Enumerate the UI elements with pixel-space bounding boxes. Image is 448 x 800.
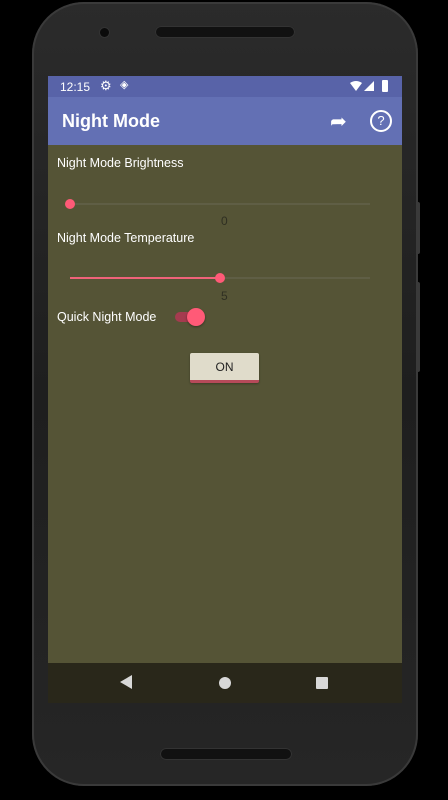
power-button bbox=[416, 202, 420, 254]
help-icon[interactable]: ? bbox=[370, 110, 392, 132]
status-bar: 12:15 ⚙ ◈ bbox=[48, 76, 402, 97]
slider-thumb[interactable] bbox=[65, 199, 75, 209]
brightness-label: Night Mode Brightness bbox=[57, 156, 184, 170]
gear-icon: ⚙ bbox=[100, 78, 112, 93]
screen: 12:15 ⚙ ◈ Night Mode ➦ ? Night Mode Brig… bbox=[48, 76, 402, 703]
wifi-icon bbox=[350, 81, 362, 91]
on-button[interactable]: ON bbox=[190, 353, 259, 383]
slider-thumb[interactable] bbox=[215, 273, 225, 283]
signal-icon bbox=[364, 81, 374, 91]
quick-night-mode-switch[interactable] bbox=[175, 308, 207, 326]
temperature-value: 5 bbox=[221, 289, 228, 303]
temperature-label: Night Mode Temperature bbox=[57, 231, 195, 245]
app-bar: Night Mode ➦ ? bbox=[48, 97, 402, 145]
volume-button bbox=[416, 282, 420, 372]
recents-icon[interactable] bbox=[316, 677, 328, 689]
brightness-slider[interactable] bbox=[65, 196, 370, 212]
bottom-speaker bbox=[160, 748, 292, 760]
navigation-bar bbox=[48, 663, 402, 703]
page-title: Night Mode bbox=[62, 111, 160, 131]
front-camera bbox=[100, 28, 109, 37]
back-icon[interactable] bbox=[120, 675, 132, 689]
slider-track bbox=[70, 203, 370, 205]
share-icon[interactable]: ➦ bbox=[330, 109, 347, 134]
battery-icon bbox=[382, 80, 388, 92]
brightness-value: 0 bbox=[221, 214, 228, 228]
quick-night-mode-label: Quick Night Mode bbox=[57, 310, 157, 324]
top-speaker bbox=[155, 26, 295, 38]
temperature-slider[interactable] bbox=[70, 270, 370, 286]
status-time: 12:15 bbox=[60, 80, 91, 94]
home-icon[interactable] bbox=[219, 677, 231, 689]
switch-thumb bbox=[187, 308, 205, 326]
slider-fill bbox=[70, 277, 220, 279]
diamond-icon: ◈ bbox=[120, 79, 129, 91]
